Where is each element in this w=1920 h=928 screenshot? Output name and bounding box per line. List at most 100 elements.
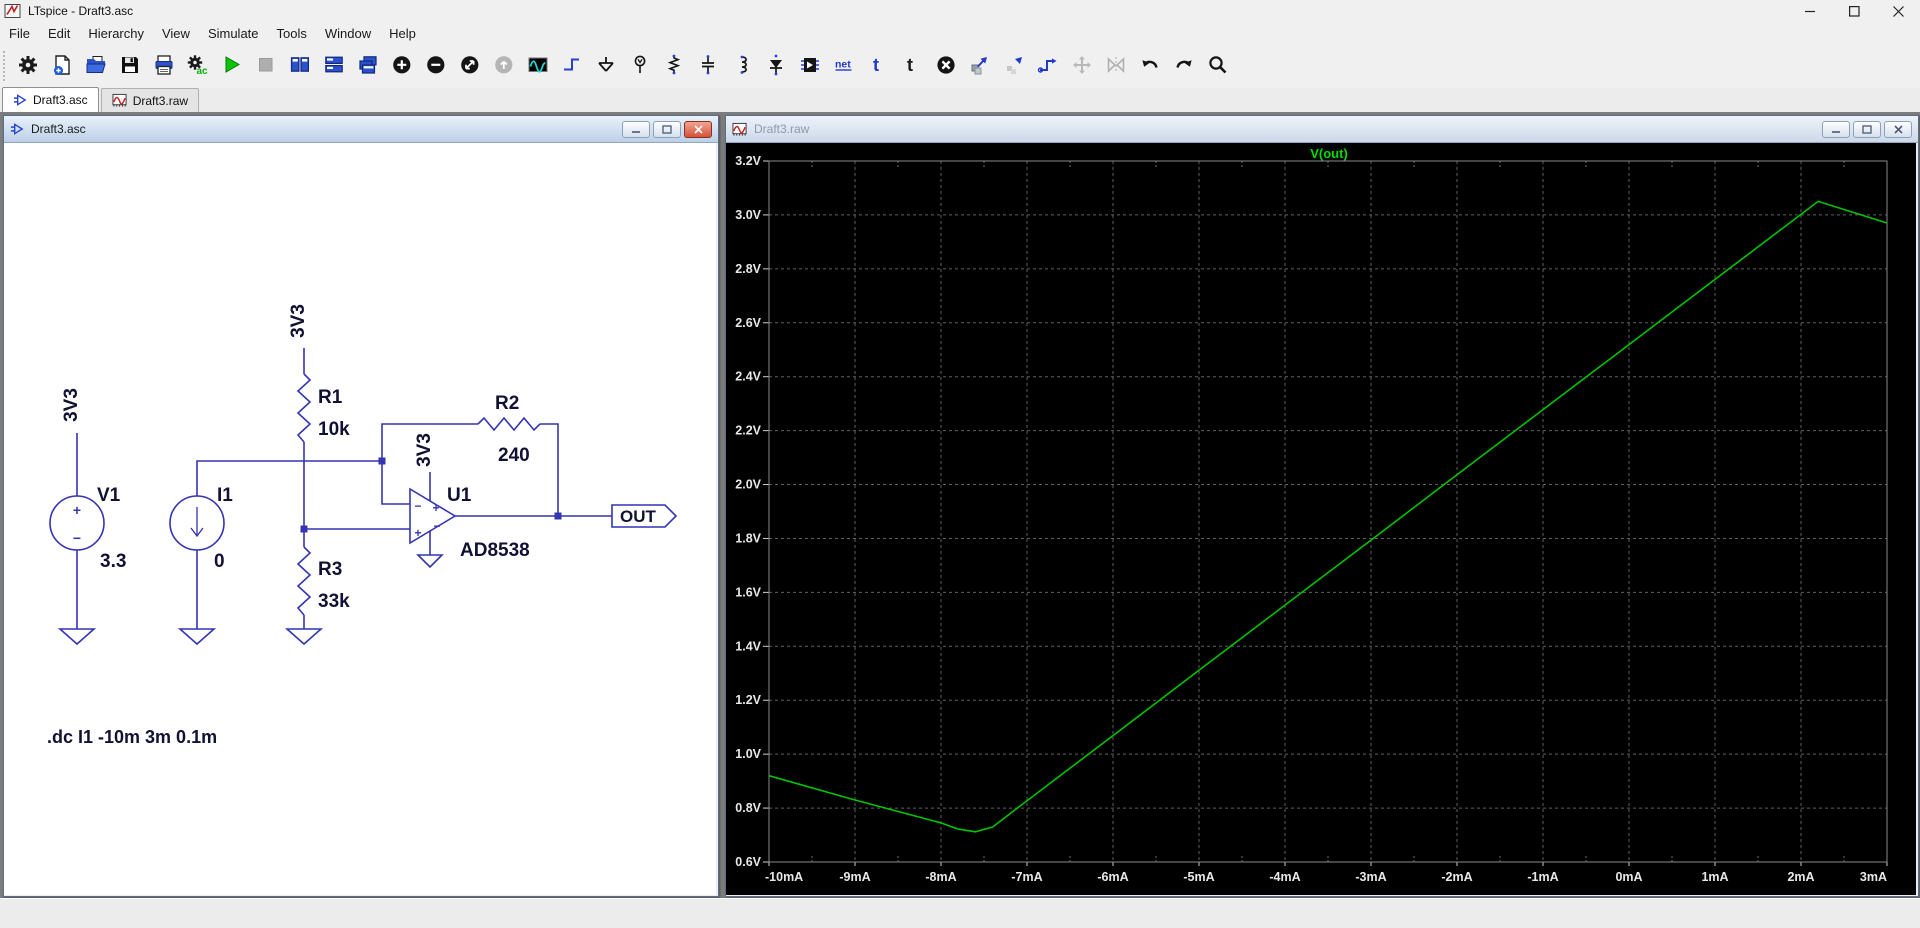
x-tick-label: -9mA xyxy=(839,870,870,884)
plot-border xyxy=(768,160,1888,863)
place-capacitor-button[interactable] xyxy=(693,50,723,82)
drag-button[interactable] xyxy=(1033,50,1063,82)
r3-value-label[interactable]: 33k xyxy=(318,591,350,612)
inverting-wire[interactable] xyxy=(381,461,410,505)
menu-file[interactable]: File xyxy=(0,24,39,43)
r1-ref-label[interactable]: R1 xyxy=(318,387,343,408)
status-bar xyxy=(0,898,1920,928)
zoom-out-button[interactable] xyxy=(421,50,451,82)
x-tick-label: 0mA xyxy=(1615,870,1642,884)
open-icon xyxy=(85,54,107,79)
undo-button[interactable] xyxy=(1135,50,1165,82)
menu-hierarchy[interactable]: Hierarchy xyxy=(79,24,153,43)
y-tick-label: 3.2V xyxy=(735,154,761,168)
mdi-area: Draft3.asc + − − + + − 3V3 3V3 3V3 V1 3.… xyxy=(0,112,1920,898)
r2-ref-label[interactable]: R2 xyxy=(495,393,519,414)
menu-window[interactable]: Window xyxy=(316,24,380,43)
tile-horizontal-button[interactable] xyxy=(319,50,349,82)
zoom-previous-button xyxy=(489,50,519,82)
waveform-icon xyxy=(112,93,128,108)
place-inductor-button[interactable] xyxy=(727,50,757,82)
v1-rail-label[interactable]: 3V3 xyxy=(61,388,82,422)
schematic-titlebar[interactable]: Draft3.asc xyxy=(4,116,718,143)
x-tick-label: -1mA xyxy=(1527,870,1558,884)
maximize-button[interactable] xyxy=(1832,0,1876,22)
place-ground-button[interactable] xyxy=(591,50,621,82)
place-net-button[interactable]: net xyxy=(829,50,859,82)
svg-text:t: t xyxy=(907,55,913,75)
y-tick-label: 1.0V xyxy=(735,747,761,761)
u1-ref-label[interactable]: U1 xyxy=(447,485,472,506)
waveform-titlebar[interactable]: Draft3.raw xyxy=(726,116,1918,143)
place-resistor-button[interactable] xyxy=(659,50,689,82)
tab-draft3-asc[interactable]: Draft3.asc xyxy=(2,87,99,112)
r3-resistor[interactable] xyxy=(284,546,324,646)
zoom-in-button[interactable] xyxy=(387,50,417,82)
i1-value-label[interactable]: 0 xyxy=(214,551,225,572)
x-tick-label: 3mA xyxy=(1860,870,1887,884)
close-button[interactable] xyxy=(1876,0,1920,22)
redo-icon xyxy=(1173,54,1195,79)
waveform-canvas[interactable]: V(out) 0.6V 0.8V 1.0V 1.2V 1.4V 1.6V 1.8V 2.0V 2… xyxy=(726,143,1916,895)
menu-view[interactable]: View xyxy=(153,24,199,43)
r2-value-label[interactable]: 240 xyxy=(498,445,530,466)
control-panel-button[interactable] xyxy=(13,50,43,82)
spice-directive-text[interactable]: .dc I1 -10m 3m 0.1m xyxy=(47,727,217,747)
waveform-maximize-button[interactable] xyxy=(1853,121,1881,138)
draw-wire-button[interactable] xyxy=(557,50,587,82)
spice-directive-button[interactable]: t xyxy=(897,50,927,82)
menu-simulate[interactable]: Simulate xyxy=(199,24,268,43)
waveform-close-button[interactable] xyxy=(1884,121,1912,138)
edit-simulation-cmd-button[interactable]: ac xyxy=(183,50,213,82)
tile-vertical-button[interactable] xyxy=(285,50,315,82)
menu-edit[interactable]: Edit xyxy=(39,24,79,43)
r3-ref-label[interactable]: R3 xyxy=(318,559,342,580)
copy-button[interactable] xyxy=(965,50,995,82)
out-flag-label[interactable]: OUT xyxy=(620,507,657,526)
y-tick-label: 2.0V xyxy=(735,478,761,492)
y-tick-label: 1.2V xyxy=(735,693,761,707)
run-button[interactable] xyxy=(217,50,247,82)
schematic-minimize-button[interactable] xyxy=(622,121,650,138)
svg-text:t: t xyxy=(873,55,879,75)
trace-V(out)[interactable] xyxy=(768,200,1888,833)
save-button[interactable] xyxy=(115,50,145,82)
u1-power-minus-mark: − xyxy=(433,519,440,533)
schematic-canvas[interactable]: + − − + + − 3V3 3V3 3V3 V1 3.3 I1 0 R1 1… xyxy=(4,143,716,895)
find-button[interactable] xyxy=(1203,50,1233,82)
tab-draft3-raw[interactable]: Draft3.raw xyxy=(100,88,200,112)
label-net-button[interactable] xyxy=(625,50,655,82)
autorange-waveform-button[interactable] xyxy=(523,50,553,82)
delete-icon xyxy=(935,54,957,79)
trace-legend[interactable]: V(out) xyxy=(1310,146,1348,161)
u1-value-label[interactable]: AD8538 xyxy=(460,540,530,561)
v1-ref-label[interactable]: V1 xyxy=(97,485,121,506)
redo-button[interactable] xyxy=(1169,50,1199,82)
menubar: File Edit Hierarchy View Simulate Tools … xyxy=(0,22,1920,44)
r1-rail-label[interactable]: 3V3 xyxy=(288,304,309,338)
i1-source[interactable] xyxy=(169,460,382,646)
place-component-button[interactable] xyxy=(795,50,825,82)
print-button[interactable] xyxy=(149,50,179,82)
open-button[interactable] xyxy=(81,50,111,82)
menu-tools[interactable]: Tools xyxy=(268,24,316,43)
place-diode-button[interactable] xyxy=(761,50,791,82)
new-schematic-button[interactable] xyxy=(47,50,77,82)
waveform-minimize-button[interactable] xyxy=(1822,121,1850,138)
copy-icon xyxy=(969,54,991,79)
plot-svg[interactable]: 0.6V 0.8V 1.0V 1.2V 1.4V 1.6V 1.8V 2.0V 2.2V 2.4V… xyxy=(726,143,1916,895)
menu-help[interactable]: Help xyxy=(380,24,425,43)
delete-button[interactable] xyxy=(931,50,961,82)
schematic-maximize-button[interactable] xyxy=(653,121,681,138)
zoom-full-extents-button[interactable] xyxy=(455,50,485,82)
u1-rail-label[interactable]: 3V3 xyxy=(414,433,435,467)
r1-resistor[interactable] xyxy=(296,348,312,443)
schematic-close-button[interactable] xyxy=(684,121,712,138)
control-panel-icon xyxy=(17,54,39,79)
r1-value-label[interactable]: 10k xyxy=(318,419,350,440)
i1-ref-label[interactable]: I1 xyxy=(217,485,233,506)
place-text-button[interactable]: t xyxy=(863,50,893,82)
minimize-button[interactable] xyxy=(1788,0,1832,22)
v1-value-label[interactable]: 3.3 xyxy=(100,551,126,572)
cascade-button[interactable] xyxy=(353,50,383,82)
